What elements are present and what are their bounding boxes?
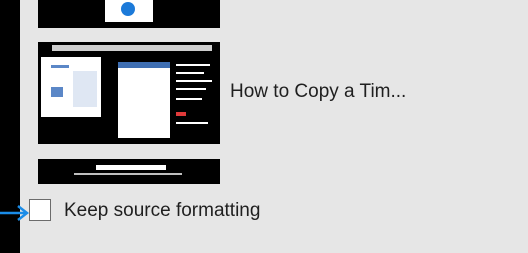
keep-source-formatting-label[interactable]: Keep source formatting: [64, 200, 260, 222]
thumbnail-heading: [96, 165, 166, 170]
thumbnail-text-line: [176, 72, 204, 74]
thumbnail-text-line: [176, 98, 202, 100]
thumbnail-screenshot-right: [118, 62, 170, 138]
thumbnail-highlight: [176, 112, 186, 116]
thumbnail-text-line: [74, 173, 182, 175]
thumbnail-text-line: [176, 88, 206, 90]
slide-thumbnail-2-caption[interactable]: How to Copy a Tim...: [230, 81, 406, 103]
thumbnail-text-line: [176, 64, 210, 66]
keep-source-formatting-checkbox[interactable]: [29, 199, 51, 221]
slide-thumbnail-3[interactable]: [38, 159, 220, 184]
thumbnail-screenshot-left: [41, 57, 101, 117]
thumbnail-text-line: [176, 80, 212, 82]
thumbnail-graphic: [121, 2, 135, 16]
slide-thumbnail-2[interactable]: [38, 42, 220, 144]
slide-thumbnail-1[interactable]: [38, 0, 220, 28]
thumbnail-heading: [52, 45, 212, 51]
arrow-right-icon: [0, 205, 30, 221]
thumbnail-text-line: [176, 122, 208, 124]
